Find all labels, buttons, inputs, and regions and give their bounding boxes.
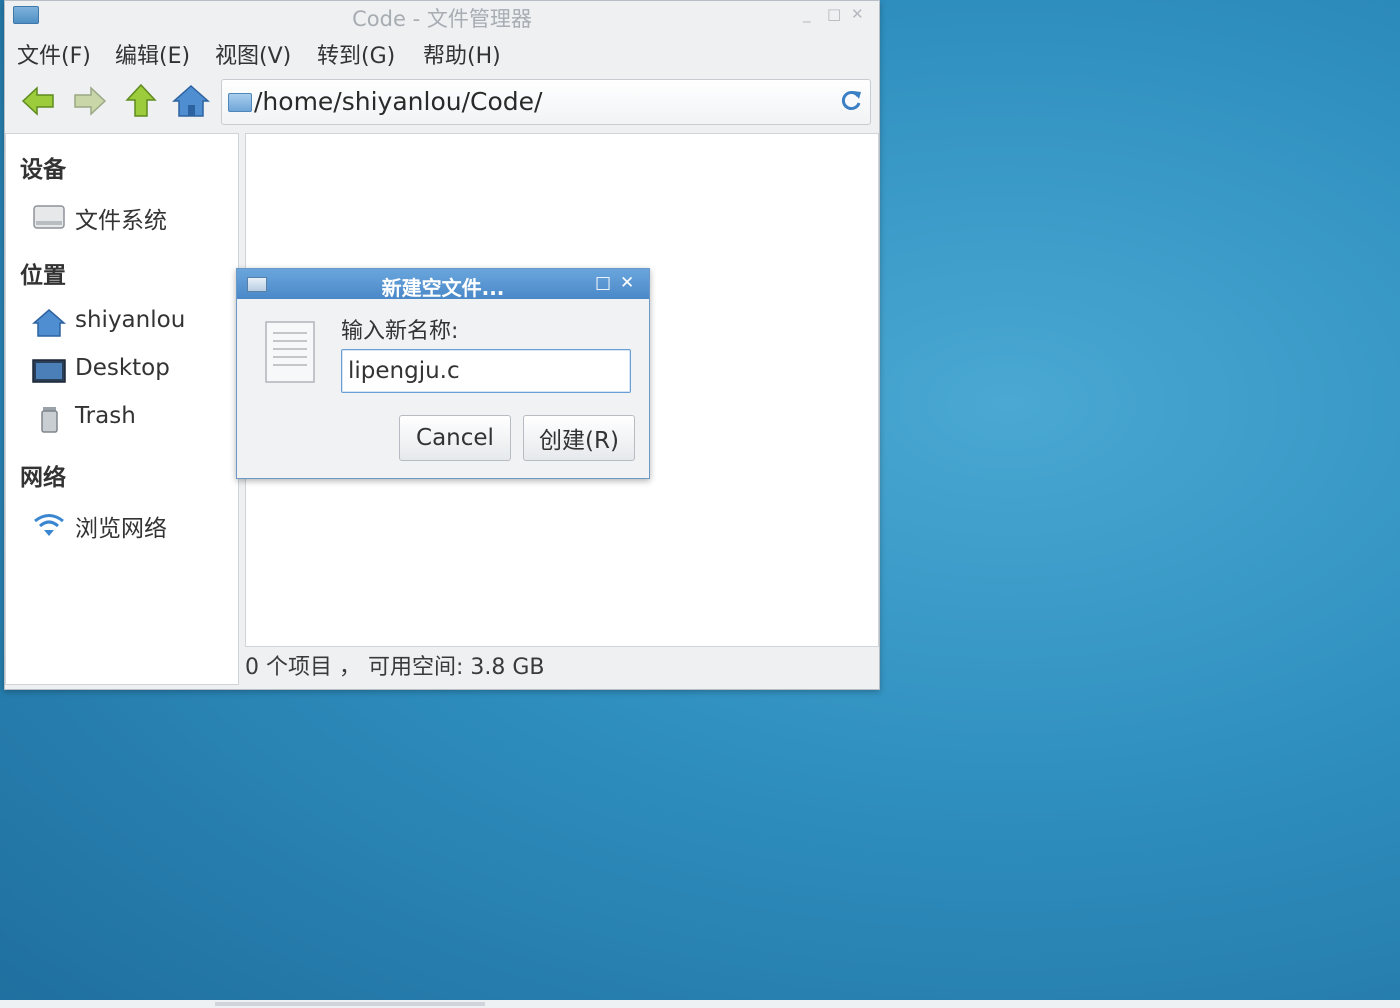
forward-button[interactable] — [69, 81, 109, 121]
menu-bar: 文件(F) 编辑(E) 视图(V) 转到(G) 帮助(H) — [5, 31, 879, 71]
maximize-button[interactable]: □ — [827, 5, 841, 23]
desktop-icon — [32, 359, 66, 383]
taskbar-item[interactable] — [215, 1002, 485, 1006]
home-button[interactable] — [171, 81, 211, 121]
forward-arrow-icon — [74, 86, 107, 116]
sidebar-item-label: Desktop — [75, 355, 170, 381]
back-arrow-icon — [21, 86, 54, 116]
status-bar: 0 个项目 ， 可用空间: 3.8 GB — [245, 655, 545, 680]
sidebar-item-trash[interactable]: Trash — [32, 402, 232, 436]
taskbar — [0, 1000, 1400, 1008]
back-button[interactable] — [19, 81, 59, 121]
drive-icon — [33, 205, 65, 229]
toolbar: /home/shiyanlou/Code/ — [5, 75, 879, 131]
sidebar-item-label: shiyanlou — [75, 307, 186, 333]
folder-icon — [228, 93, 252, 112]
up-arrow-icon — [125, 83, 157, 117]
dialog-close-button[interactable]: ✕ — [620, 273, 634, 293]
sidebar-item-label: 浏览网络 — [75, 516, 167, 542]
sidebar-item-filesystem[interactable]: 文件系统 — [32, 200, 232, 234]
refresh-icon[interactable] — [838, 88, 864, 114]
sidebar: 设备 文件系统 位置 shiyanlou Desktop Trash 网络 浏览… — [5, 133, 239, 685]
sidebar-item-shiyanlou[interactable]: shiyanlou — [32, 306, 232, 340]
sidebar-item-label: 文件系统 — [75, 208, 167, 234]
dialog-title-bar[interactable]: 新建空文件... □ ✕ — [237, 269, 649, 300]
home-icon — [172, 84, 210, 117]
new-file-dialog: 新建空文件... □ ✕ 输入新名称: Cancel 创建(R) — [236, 268, 650, 479]
home-folder-icon — [32, 309, 66, 337]
sidebar-header-places: 位置 — [20, 263, 66, 289]
title-bar[interactable]: Code - 文件管理器 _ □ ✕ — [5, 1, 879, 31]
location-bar[interactable]: /home/shiyanlou/Code/ — [221, 79, 871, 125]
trash-icon — [41, 407, 58, 433]
document-icon — [265, 321, 315, 383]
dialog-title: 新建空文件... — [381, 276, 505, 300]
sidebar-header-network: 网络 — [20, 465, 66, 491]
close-button[interactable]: ✕ — [851, 5, 864, 23]
menu-edit[interactable]: 编辑(E) — [109, 36, 196, 72]
create-button[interactable]: 创建(R) — [523, 415, 635, 461]
filename-prompt: 输入新名称: — [341, 319, 459, 344]
up-button[interactable] — [121, 81, 161, 121]
cancel-button[interactable]: Cancel — [399, 415, 511, 461]
sidebar-item-desktop[interactable]: Desktop — [32, 354, 232, 388]
menu-file[interactable]: 文件(F) — [11, 36, 97, 72]
window-title: Code - 文件管理器 — [352, 7, 532, 31]
sidebar-header-devices: 设备 — [20, 157, 66, 183]
dialog-maximize-button[interactable]: □ — [595, 273, 611, 293]
sidebar-item-label: Trash — [75, 403, 136, 429]
filename-input[interactable] — [341, 349, 631, 393]
sidebar-item-browse-network[interactable]: 浏览网络 — [32, 508, 232, 542]
wifi-icon — [34, 514, 64, 536]
location-path: /home/shiyanlou/Code/ — [254, 87, 543, 116]
menu-help[interactable]: 帮助(H) — [417, 36, 507, 72]
menu-go[interactable]: 转到(G) — [311, 36, 401, 72]
minimize-button[interactable]: _ — [803, 5, 811, 23]
menu-view[interactable]: 视图(V) — [209, 36, 297, 72]
